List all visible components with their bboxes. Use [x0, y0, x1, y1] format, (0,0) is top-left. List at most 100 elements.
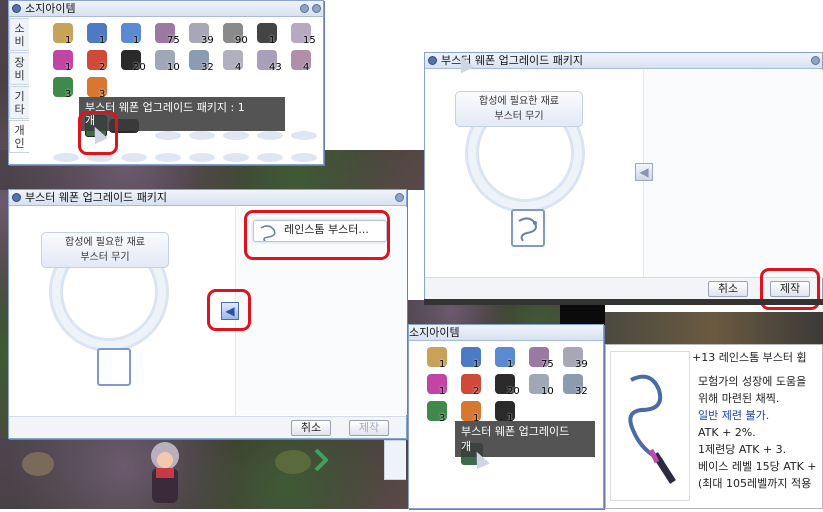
material-slot[interactable] — [511, 209, 545, 247]
inventory-titlebar[interactable]: 소지아이템 — [9, 1, 323, 17]
item-count: 4 — [303, 62, 310, 73]
inventory-slot[interactable]: 15 — [287, 21, 321, 48]
item-description-line: ATK + 2%. — [698, 426, 756, 439]
inventory-slot[interactable]: 1 — [49, 48, 83, 75]
dark-shadow-right — [424, 299, 823, 305]
inventory-slot[interactable]: 43 — [253, 48, 287, 75]
inventory-title: 소지아이템 — [25, 2, 76, 15]
empty-slot[interactable] — [121, 153, 147, 162]
inventory-slot[interactable]: 1 — [423, 345, 457, 372]
inventory-slot[interactable]: 1 — [491, 345, 525, 372]
empty-slot[interactable] — [291, 153, 317, 162]
inventory-slot[interactable]: 32 — [559, 372, 593, 399]
inventory-slot[interactable]: 2 — [83, 48, 117, 75]
inventory-slot[interactable]: 1 — [83, 21, 117, 48]
inventory-slot[interactable]: 20 — [491, 372, 525, 399]
empty-slot[interactable] — [257, 153, 283, 162]
window-icon — [12, 193, 21, 202]
make-button-disabled[interactable]: 제작 — [349, 420, 389, 436]
inventory-slot[interactable]: 4 — [219, 48, 253, 75]
inventory-slot[interactable]: 20 — [117, 48, 151, 75]
inventory-slot[interactable]: 4 — [287, 48, 321, 75]
inventory-bottom-title: 소지아이템 — [409, 326, 460, 339]
item-count: 1 — [439, 386, 446, 397]
item-count: 15 — [303, 35, 316, 46]
red-highlight-package — [78, 111, 118, 155]
item-count: 1 — [133, 35, 140, 46]
required-material-label: 합성에 필요한 재료 — [479, 96, 559, 107]
red-highlight-result — [244, 210, 390, 260]
inventory-slot[interactable]: 1 — [117, 21, 151, 48]
item-description-line: (최대 105레벨까지 적용 — [698, 477, 812, 490]
cancel-button[interactable]: 취소 — [291, 420, 331, 436]
inventory-slot[interactable]: 3 — [423, 399, 457, 426]
item-count: 75 — [541, 359, 554, 370]
close-icon[interactable] — [811, 56, 820, 65]
upgrade-window-top: 부스터 웨폰 업그레이드 패키지 합성에 필요한 재료 부스터 무기 ◀ 취소 … — [424, 52, 823, 300]
item-count: 20 — [133, 62, 146, 73]
empty-slot[interactable] — [189, 153, 215, 162]
inventory-tabs: 소비 장비 기타 개인 — [9, 18, 31, 154]
item-count: 10 — [167, 62, 180, 73]
required-material-label: 합성에 필요한 재료 — [65, 237, 145, 248]
empty-slot[interactable] — [155, 131, 181, 140]
material-slot-empty[interactable] — [97, 348, 131, 386]
inventory-slot[interactable]: 2 — [457, 372, 491, 399]
inventory-slot[interactable]: 39 — [185, 21, 219, 48]
inventory-slot[interactable]: 32 — [185, 48, 219, 75]
upgrade-top-titlebar[interactable]: 부스터 웨폰 업그레이드 패키지 — [425, 53, 822, 69]
inventory-slot[interactable]: 3 — [49, 75, 83, 102]
item-count: 4 — [235, 62, 242, 73]
upgrade-main-titlebar[interactable]: 부스터 웨폰 업그레이드 패키지 — [9, 190, 406, 206]
item-count: 90 — [235, 35, 248, 46]
inventory-grid: 1 1 1 75 39 1 2 20 10 32 3 1 1 — [423, 345, 593, 426]
inventory-slot[interactable]: 75 — [525, 345, 559, 372]
minimize-icon[interactable] — [300, 4, 309, 13]
inventory-slot[interactable]: 1 — [423, 372, 457, 399]
item-count: 1 — [507, 359, 514, 370]
cancel-button[interactable]: 취소 — [708, 281, 748, 297]
item-count: 1 — [99, 35, 106, 46]
red-highlight-arrow — [207, 289, 251, 331]
inventory-slot[interactable]: 90 — [219, 21, 253, 48]
close-icon[interactable] — [395, 193, 404, 202]
empty-slot[interactable] — [223, 131, 249, 140]
result-panel — [643, 70, 823, 278]
inventory-slot[interactable]: 1 — [457, 345, 491, 372]
tab-personal[interactable]: 개인 — [9, 120, 29, 153]
move-left-arrow-button[interactable]: ◀ — [635, 163, 653, 181]
empty-slot[interactable] — [223, 153, 249, 162]
item-count: 39 — [201, 35, 214, 46]
empty-slot[interactable] — [53, 153, 79, 162]
inventory-grid: 1 1 1 75 39 90 1 15 1 2 20 10 32 4 43 4 3 3 — [49, 21, 321, 102]
empty-slot[interactable] — [291, 131, 317, 140]
item-description-line: 위해 마련된 채찍. — [698, 392, 780, 405]
required-material-name: 부스터 무기 — [494, 111, 544, 122]
inventory-slot[interactable]: 10 — [151, 48, 185, 75]
inventory-bottom-titlebar[interactable]: 소지아이템 — [409, 325, 603, 341]
inventory-slot[interactable]: 39 — [559, 345, 593, 372]
empty-slot[interactable] — [155, 153, 181, 162]
inventory-slot[interactable]: 1 — [49, 21, 83, 48]
item-name: +13 레인스톰 부스터 휩 — [692, 351, 807, 364]
item-count: 1 — [473, 359, 480, 370]
game-background-left — [0, 0, 8, 509]
required-material-box: 합성에 필요한 재료 부스터 무기 — [41, 232, 169, 268]
tab-equipment[interactable]: 장비 — [9, 52, 29, 85]
empty-slot[interactable] — [257, 131, 283, 140]
item-description-line: 일반 제련 불가. — [698, 409, 770, 422]
inventory-slot[interactable]: 1 — [253, 21, 287, 48]
tab-consumable[interactable]: 소비 — [9, 18, 29, 51]
whip-icon — [628, 374, 676, 484]
inventory-slot[interactable]: 75 — [151, 21, 185, 48]
item-count: 1 — [439, 359, 446, 370]
close-icon[interactable] — [312, 4, 321, 13]
item-count: 20 — [507, 386, 520, 397]
item-count: 3 — [439, 413, 446, 424]
item-image-frame — [610, 351, 690, 501]
npc-sprite-2 — [268, 440, 329, 480]
empty-slot[interactable] — [189, 131, 215, 140]
item-count: 2 — [99, 62, 106, 73]
inventory-slot[interactable]: 10 — [525, 372, 559, 399]
tab-etc[interactable]: 기타 — [9, 86, 29, 119]
